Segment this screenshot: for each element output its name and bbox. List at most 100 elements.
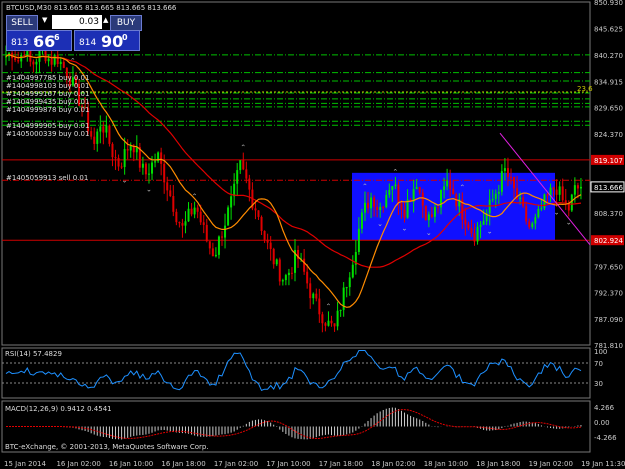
candle-body (14, 58, 17, 61)
rsi-panel-frame (1, 347, 591, 399)
candle-body (187, 208, 190, 222)
price-tick-label: 792.370 (594, 290, 623, 298)
lot-increase-icon[interactable]: ▲ (103, 16, 108, 24)
fractal-down-icon: ⌄ (487, 227, 493, 235)
candle-body (281, 280, 284, 282)
candle-body (202, 222, 205, 225)
price-tag-label: 813.666 (594, 184, 623, 192)
candle-body (217, 236, 220, 255)
candle-body (169, 190, 172, 197)
price-tick-label: 787.090 (594, 316, 623, 324)
candle-body (452, 188, 455, 195)
candle-body (376, 206, 379, 211)
candle-body (333, 323, 336, 327)
lot-size-input[interactable]: 0.03 (52, 15, 102, 29)
candle-body (522, 197, 525, 207)
price-tick-label: 834.915 (594, 78, 623, 86)
rsi-axis-max: 100 (594, 348, 607, 356)
candle-body (555, 189, 558, 195)
time-tick-label: 18 Jan 18:00 (476, 460, 520, 468)
candle-body (415, 187, 418, 190)
candle-body (108, 125, 111, 144)
candle-body (160, 152, 163, 164)
time-tick-label: 19 Jan 11:30 (581, 460, 625, 468)
candle-body (391, 186, 394, 190)
candle-body (111, 143, 114, 158)
candle-body (175, 211, 178, 223)
macd-signal-line (6, 409, 582, 440)
time-tick-label: 16 Jan 02:00 (56, 460, 100, 468)
candle-body (96, 131, 99, 144)
buy-quote[interactable]: 814 90 0 (74, 30, 140, 51)
candle-body (178, 222, 181, 224)
fractal-up-icon: ⌃ (362, 183, 368, 191)
candle-body (266, 239, 269, 243)
candle-body (403, 209, 406, 218)
candle-body (20, 55, 23, 62)
time-tick-label: 19 Jan 02:00 (529, 460, 573, 468)
candle-body (443, 186, 446, 190)
candle-body (44, 49, 47, 62)
candle-body (552, 187, 555, 190)
candle-body (467, 224, 470, 229)
fractal-down-icon: ⌄ (554, 209, 560, 217)
trading-chart[interactable]: 23.6⌄ ⌄⌄⌃⌄⌄⌃⌃⌃⌃⌄⌃⌄⌄⌃⌄⌄⌄#1404997785 buy 0.… (0, 0, 625, 469)
order-label: #1405059913 sell 0.01 (6, 174, 88, 182)
candle-body (224, 225, 227, 238)
candle-body (287, 272, 290, 276)
candle-body (93, 136, 96, 144)
buy-price-prefix: 814 (79, 38, 97, 48)
candle-body (360, 212, 363, 229)
candle-body (388, 189, 391, 195)
candle-body (470, 228, 473, 234)
time-tick-label: 16 Jan 18:00 (161, 460, 205, 468)
candle-body (318, 298, 321, 315)
time-tick-label: 18 Jan 02:00 (371, 460, 415, 468)
candle-body (570, 194, 573, 211)
sell-quote[interactable]: 813 66 6 (6, 30, 72, 51)
buy-button[interactable]: BUY (110, 15, 142, 31)
copyright-text: BTC-eXchange, © 2001-2013, MetaQuotes So… (5, 443, 209, 451)
fractal-down-icon: ⌄ (402, 225, 408, 233)
candle-body (430, 214, 433, 217)
order-label: #1404997785 buy 0.01 (6, 74, 89, 82)
sell-button[interactable]: SELL (6, 15, 38, 31)
candle-body (50, 58, 53, 65)
candle-body (336, 310, 339, 327)
candle-body (151, 162, 154, 174)
candle-body (220, 236, 223, 238)
candle-body (363, 202, 366, 213)
candle-body (141, 163, 144, 168)
candle-body (427, 214, 430, 221)
candle-body (23, 55, 26, 57)
time-tick-label: 17 Jan 18:00 (319, 460, 363, 468)
candle-body (114, 157, 117, 159)
symbol-header: BTCUSD,M30 813.665 813.665 813.665 813.6… (6, 4, 177, 12)
candle-body (482, 221, 485, 225)
candle-body (476, 226, 479, 242)
candle-body (272, 248, 275, 265)
candle-body (123, 149, 126, 167)
sell-price-prefix: 813 (11, 38, 29, 48)
candle-body (321, 314, 324, 324)
candle-body (205, 224, 208, 242)
fib-level-label: 23.6 (577, 85, 593, 93)
candle-body (531, 223, 534, 228)
candle-body (579, 186, 582, 189)
macd-tick-label: 0.00 (594, 419, 610, 427)
price-tick-label: 850.930 (594, 0, 623, 7)
candle-body (230, 196, 233, 208)
candle-body (446, 180, 449, 187)
price-tag-label: 802.924 (594, 237, 623, 245)
candle-body (99, 126, 102, 132)
candle-body (208, 241, 211, 249)
lot-decrease-icon[interactable]: ▼ (42, 16, 47, 24)
candle-body (257, 210, 260, 217)
candle-body (370, 197, 373, 209)
candle-body (59, 61, 62, 65)
price-tag-label: 819.107 (594, 157, 623, 165)
candle-body (561, 186, 564, 201)
candle-body (239, 160, 242, 171)
sell-price-sup: 6 (54, 33, 60, 42)
candle-body (47, 58, 50, 62)
